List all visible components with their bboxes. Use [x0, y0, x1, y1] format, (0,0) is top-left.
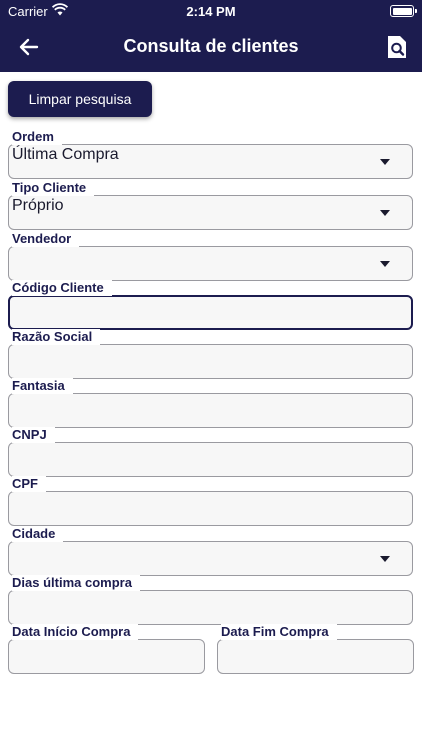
cidade-select-box[interactable] [8, 541, 413, 576]
fantasia-field[interactable]: Fantasia [8, 378, 413, 428]
tipo-cliente-select-box[interactable] [8, 195, 413, 230]
dropdown-caret-icon [380, 556, 390, 562]
ordem-label: Ordem [12, 129, 62, 145]
cnpj-label: CNPJ [12, 427, 55, 443]
data-fim-compra-label: Data Fim Compra [221, 624, 337, 640]
cpf-input[interactable] [8, 491, 413, 526]
cnpj-field[interactable]: CNPJ [8, 427, 413, 477]
fantasia-input[interactable] [8, 393, 413, 428]
status-bar: Carrier 2:14 PM [0, 0, 422, 22]
tipo-cliente-label: Tipo Cliente [12, 180, 95, 196]
page-title: Consulta de clientes [123, 36, 299, 56]
clear-search-button[interactable]: Limpar pesquisa [8, 81, 152, 117]
codigo-cliente-label: Código Cliente [12, 280, 112, 296]
dias-ultima-compra-label: Dias última compra [12, 575, 140, 591]
data-inicio-compra-field[interactable]: Data Início Compra [8, 624, 205, 674]
codigo-cliente-input[interactable] [8, 295, 413, 330]
dias-ultima-compra-input[interactable] [8, 590, 413, 625]
dias-ultima-compra-field[interactable]: Dias última compra [8, 575, 413, 625]
ordem-select[interactable]: Ordem Última Compra [8, 129, 413, 179]
dropdown-caret-icon [380, 261, 390, 267]
tipo-cliente-value: Próprio [12, 197, 64, 214]
cidade-select[interactable]: Cidade [8, 526, 413, 576]
document-search-icon [388, 36, 406, 58]
fantasia-label: Fantasia [12, 378, 73, 394]
search-document-button[interactable] [386, 34, 408, 60]
cpf-label: CPF [12, 476, 46, 492]
clock: 2:14 PM [186, 4, 236, 19]
vendedor-select-box[interactable] [8, 246, 413, 281]
app-header: Carrier 2:14 PM Consulta de clientes [0, 0, 422, 72]
data-inicio-compra-label: Data Início Compra [12, 624, 139, 640]
razao-social-field[interactable]: Razão Social [8, 329, 413, 379]
dropdown-caret-icon [380, 159, 390, 165]
dropdown-caret-icon [380, 210, 390, 216]
data-fim-compra-field[interactable]: Data Fim Compra [217, 624, 414, 674]
vendedor-label: Vendedor [12, 231, 80, 247]
vendedor-select[interactable]: Vendedor [8, 231, 413, 281]
tipo-cliente-select[interactable]: Tipo Cliente Próprio [8, 180, 413, 230]
cidade-label: Cidade [12, 526, 64, 542]
data-fim-compra-input[interactable] [217, 639, 414, 674]
cnpj-input[interactable] [8, 442, 413, 477]
codigo-cliente-field[interactable]: Código Cliente [8, 280, 413, 330]
battery-icon [390, 5, 417, 17]
razao-social-input[interactable] [8, 344, 413, 379]
ordem-value: Última Compra [12, 146, 119, 163]
data-inicio-compra-input[interactable] [8, 639, 205, 674]
cpf-field[interactable]: CPF [8, 476, 413, 526]
razao-social-label: Razão Social [12, 329, 101, 345]
